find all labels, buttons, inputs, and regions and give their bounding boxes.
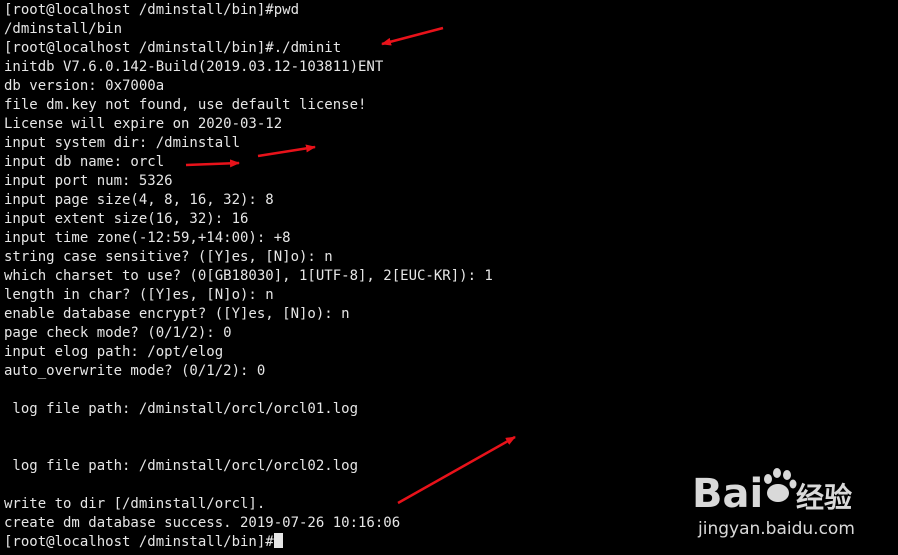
terminal-line: [root@localhost /dminstall/bin]# <box>4 533 493 552</box>
terminal-line: input db name: orcl <box>4 154 165 170</box>
terminal-line: input time zone(-12:59,+14:00): +8 <box>4 230 291 246</box>
terminal-line: write to dir [/dminstall/orcl]. <box>4 496 266 512</box>
terminal-line: length in char? ([Y]es, [N]o): n <box>4 287 274 303</box>
terminal-line: auto_overwrite mode? (0/1/2): 0 <box>4 363 266 379</box>
terminal-line: input port num: 5326 <box>4 173 173 189</box>
terminal-line: input extent size(16, 32): 16 <box>4 211 249 227</box>
terminal-line: enable database encrypt? ([Y]es, [N]o): … <box>4 306 350 322</box>
baidu-logo: Bai 经验 <box>692 468 852 515</box>
watermark-url: jingyan.baidu.com <box>698 519 855 539</box>
terminal-line: db version: 0x7000a <box>4 78 165 94</box>
baidu-jingyan-watermark: Bai 经验 jingyan.baidu.com <box>668 455 898 555</box>
terminal-line: which charset to use? (0[GB18030], 1[UTF… <box>4 268 493 284</box>
terminal-line: [root@localhost /dminstall/bin]#pwd <box>4 2 300 18</box>
terminal-line: initdb V7.6.0.142-Build(2019.03.12-10381… <box>4 59 384 75</box>
logo-text-bai: Bai <box>692 471 763 515</box>
paw-icon <box>764 468 797 502</box>
terminal-line: /dminstall/bin <box>4 21 123 37</box>
logo-text-jingyan: 经验 <box>796 481 852 514</box>
terminal-line: log file path: /dminstall/orcl/orcl01.lo… <box>4 401 359 417</box>
terminal-line: page check mode? (0/1/2): 0 <box>4 325 232 341</box>
terminal-line: file dm.key not found, use default licen… <box>4 97 367 113</box>
terminal-window[interactable]: [root@localhost /dminstall/bin]#pwd/dmin… <box>0 0 898 555</box>
terminal-line: input page size(4, 8, 16, 32): 8 <box>4 192 274 208</box>
terminal-line: input system dir: /dminstall <box>4 135 241 151</box>
terminal-line: [root@localhost /dminstall/bin]#./dminit <box>4 40 342 56</box>
terminal-output[interactable]: [root@localhost /dminstall/bin]#pwd/dmin… <box>4 1 493 552</box>
terminal-line: log file path: /dminstall/orcl/orcl02.lo… <box>4 458 359 474</box>
terminal-line: string case sensitive? ([Y]es, [N]o): n <box>4 249 333 265</box>
terminal-line: create dm database success. 2019-07-26 1… <box>4 515 401 531</box>
terminal-line: License will expire on 2020-03-12 <box>4 116 283 132</box>
terminal-cursor <box>273 533 283 548</box>
terminal-line: input elog path: /opt/elog <box>4 344 224 360</box>
